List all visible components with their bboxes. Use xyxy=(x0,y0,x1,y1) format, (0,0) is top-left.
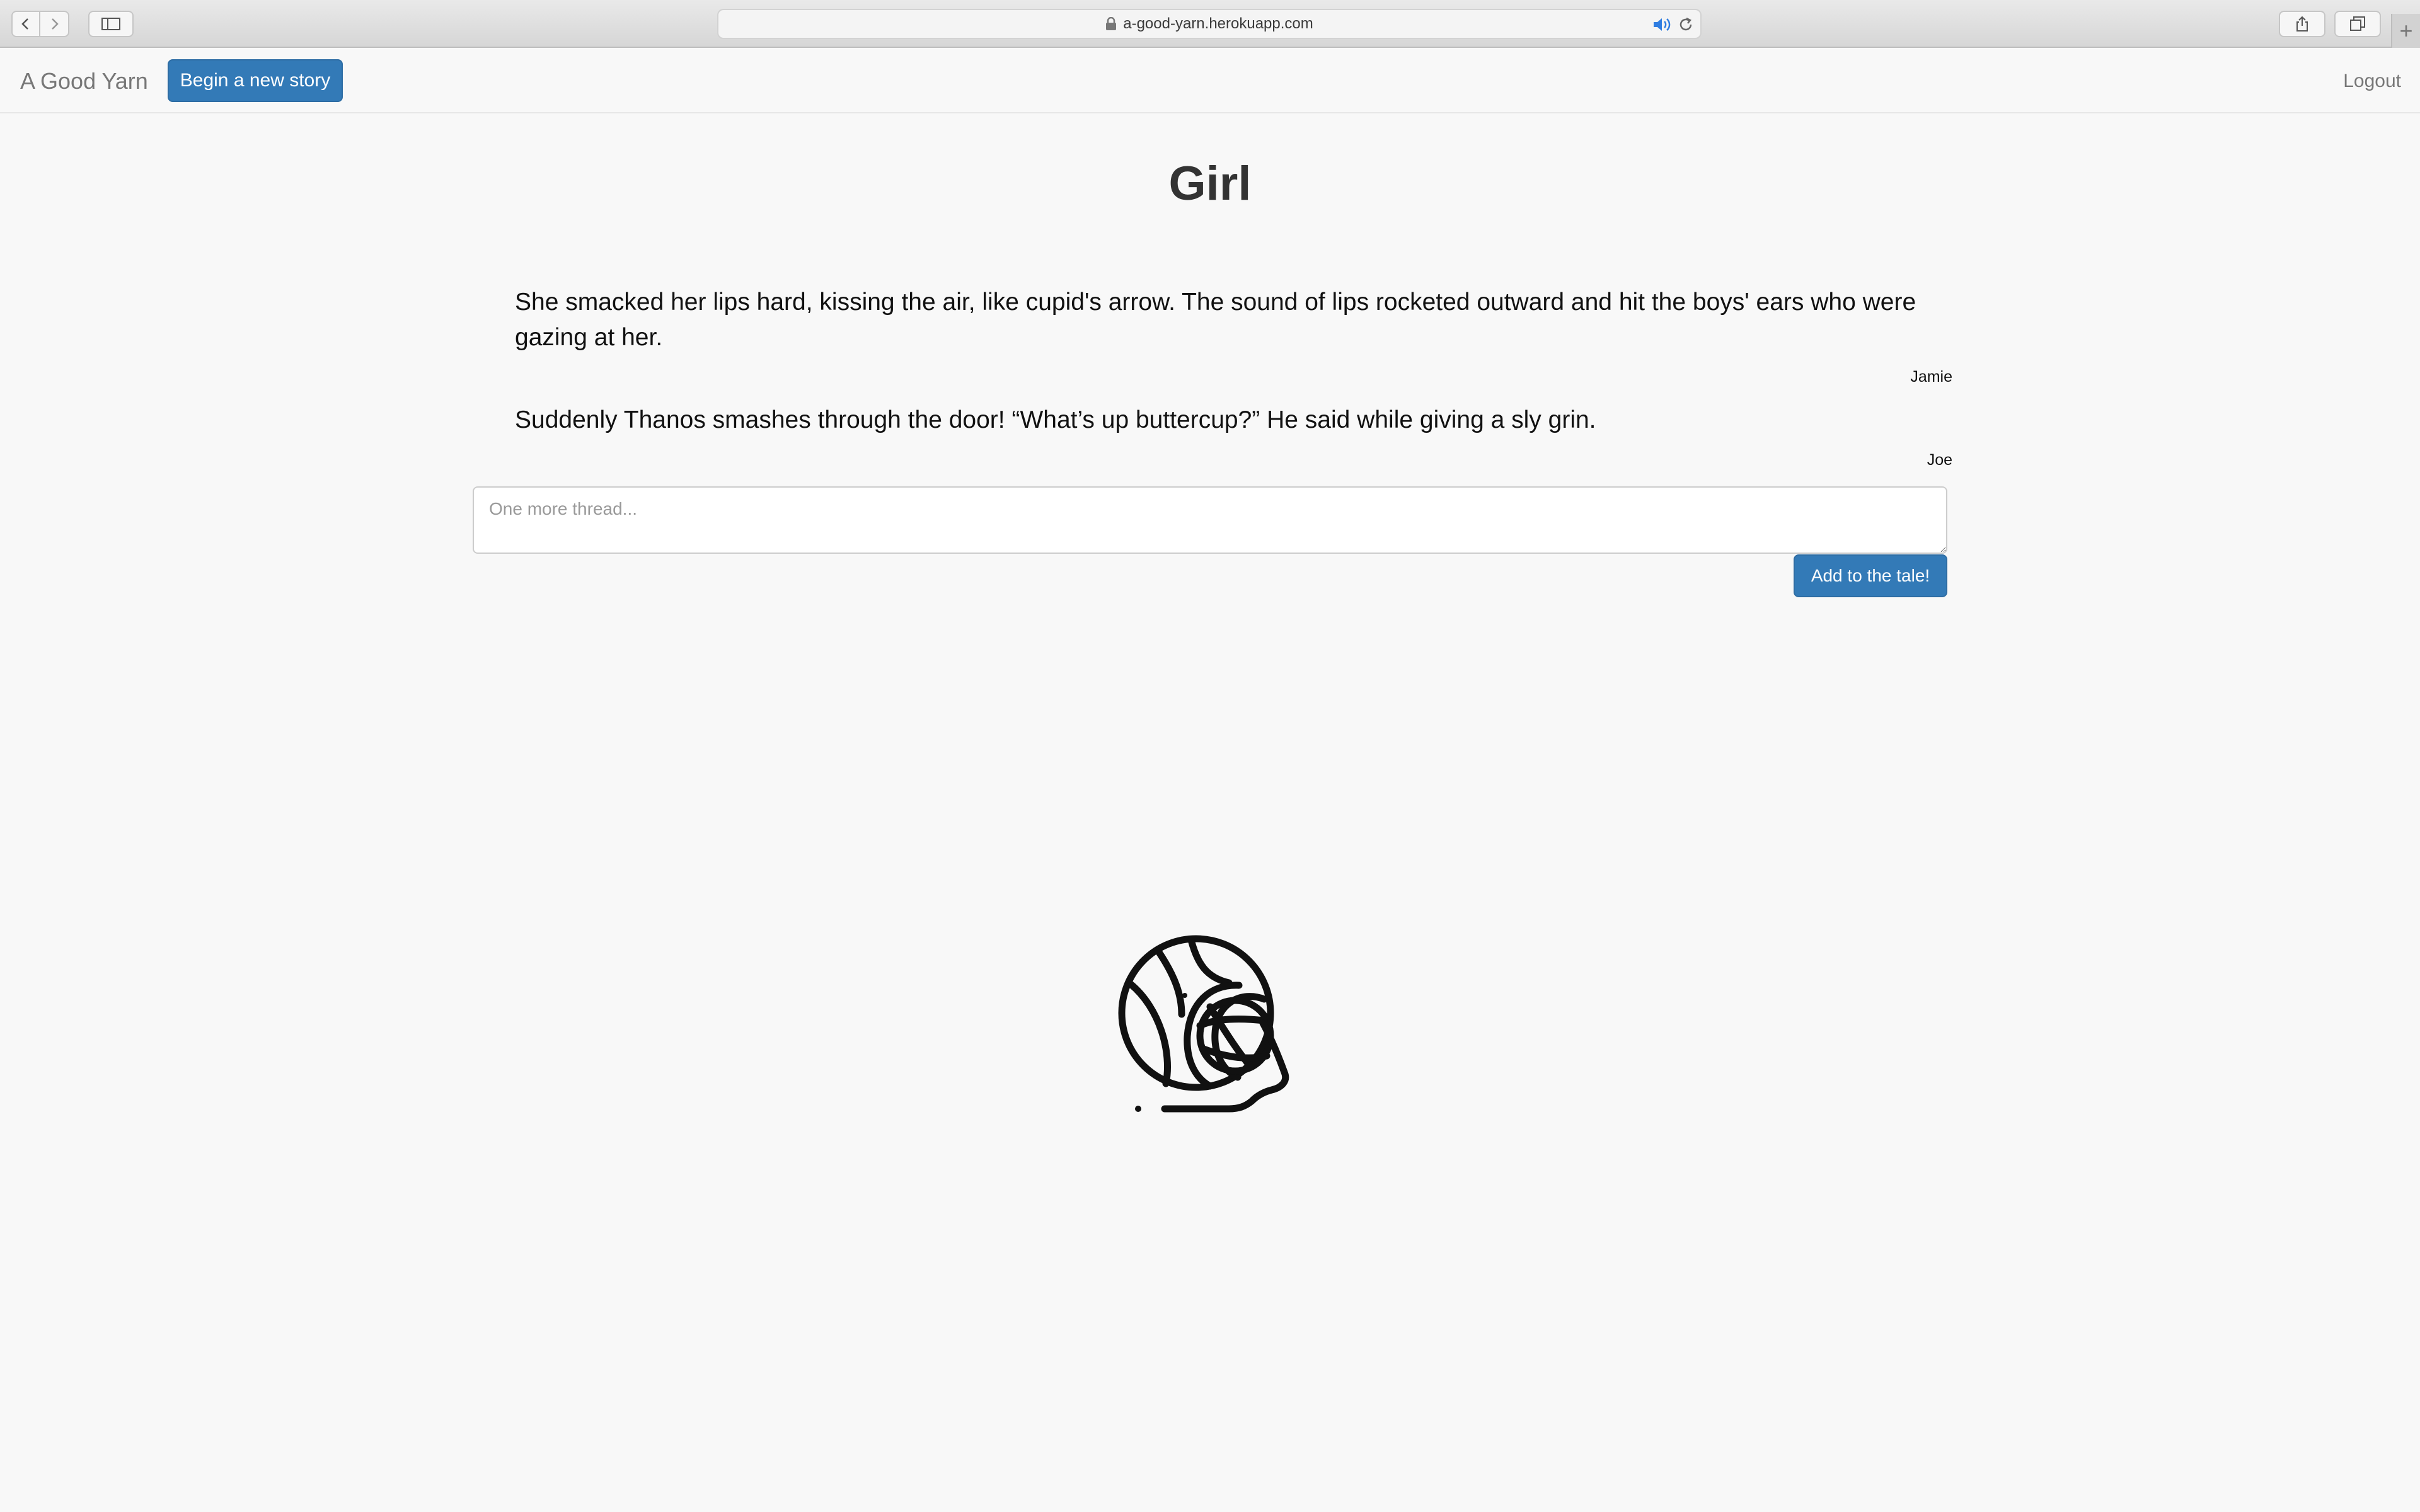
yarn-ball-icon xyxy=(1118,935,1289,1113)
share-button[interactable] xyxy=(2279,11,2325,37)
add-to-tale-button[interactable]: Add to the tale! xyxy=(1794,554,1947,597)
share-icon xyxy=(2296,16,2308,32)
thread-author: Jamie xyxy=(1910,368,1952,386)
begin-new-story-button[interactable]: Begin a new story xyxy=(168,59,343,102)
reload-icon[interactable] xyxy=(1678,16,1694,33)
sound-icon[interactable] xyxy=(1652,16,1674,33)
sidebar-toggle-button[interactable] xyxy=(88,11,134,37)
show-tabs-button[interactable] xyxy=(2334,11,2381,37)
new-tab-button[interactable]: + xyxy=(2391,14,2420,48)
browser-toolbar: a-good-yarn.herokuapp.com + xyxy=(0,0,2420,48)
story-title: Girl xyxy=(1168,157,1252,210)
logout-link[interactable]: Logout xyxy=(2343,49,2401,113)
back-icon xyxy=(21,18,28,30)
forward-icon xyxy=(52,18,59,30)
thread-text: She smacked her lips hard, kissing the a… xyxy=(515,289,1916,351)
tabs-icon xyxy=(2350,16,2365,31)
thread-text: Suddenly Thanos smashes through the door… xyxy=(515,406,1596,433)
address-url: a-good-yarn.herokuapp.com xyxy=(1123,15,1313,32)
forward-button[interactable] xyxy=(40,11,69,37)
back-button[interactable] xyxy=(11,11,40,37)
brand-link[interactable]: A Good Yarn xyxy=(20,49,148,113)
lock-icon xyxy=(1106,17,1117,30)
thread-input[interactable] xyxy=(473,486,1947,554)
app-navbar: A Good Yarn Begin a new story Logout xyxy=(0,49,2420,113)
sidebar-icon xyxy=(101,18,120,30)
address-bar[interactable]: a-good-yarn.herokuapp.com xyxy=(717,9,1702,39)
thread-author: Joe xyxy=(1927,451,1952,469)
